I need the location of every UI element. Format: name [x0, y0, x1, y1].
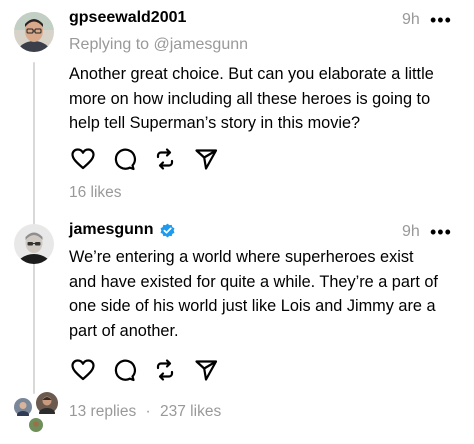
- timestamp: 9h: [402, 11, 420, 28]
- separator: ·: [145, 403, 151, 420]
- reply-avatars[interactable]: [12, 392, 58, 434]
- repost-icon[interactable]: [152, 357, 178, 383]
- heart-icon[interactable]: [70, 146, 96, 172]
- verified-badge-icon: [159, 222, 176, 239]
- likes-count[interactable]: 16 likes: [69, 183, 122, 203]
- replies-count[interactable]: 13 replies: [69, 403, 136, 420]
- username[interactable]: gpseewald2001: [69, 8, 186, 28]
- repost-icon[interactable]: [152, 146, 178, 172]
- post-text-line: We’re entering a world where superheroes…: [69, 248, 414, 266]
- timestamp: 9h: [402, 223, 420, 240]
- post-text: We’re entering a world where superheroes…: [69, 245, 438, 343]
- post-text-line: more on how including all these heroes i…: [69, 89, 431, 108]
- post-text-line: and have existed for quite a while. They…: [69, 272, 438, 291]
- replying-to[interactable]: Replying to @jamesgunn: [69, 35, 248, 55]
- post-text-line: part of another.: [69, 321, 179, 340]
- post-text-line: help tell Superman’s story in this movie…: [69, 114, 361, 132]
- avatar: [36, 392, 58, 419]
- avatar[interactable]: [14, 224, 54, 264]
- share-icon[interactable]: [193, 357, 219, 383]
- post-text-line: one side of his world just like Lois and…: [69, 297, 436, 315]
- username[interactable]: jamesgunn: [69, 220, 153, 240]
- more-options-icon[interactable]: •••: [430, 223, 452, 241]
- post-text-line: Another great choice. But can you elabor…: [69, 65, 434, 83]
- avatar: [29, 418, 43, 437]
- more-options-icon[interactable]: •••: [430, 11, 452, 29]
- avatar[interactable]: [14, 12, 54, 52]
- heart-icon[interactable]: [70, 357, 96, 383]
- post-text: Another great choice. But can you elabor…: [69, 62, 434, 136]
- stats-row: 13 replies · 237 likes: [69, 402, 221, 422]
- comment-icon[interactable]: [111, 146, 137, 172]
- likes-count[interactable]: 237 likes: [160, 403, 221, 420]
- share-icon[interactable]: [193, 146, 219, 172]
- comment-icon[interactable]: [111, 357, 137, 383]
